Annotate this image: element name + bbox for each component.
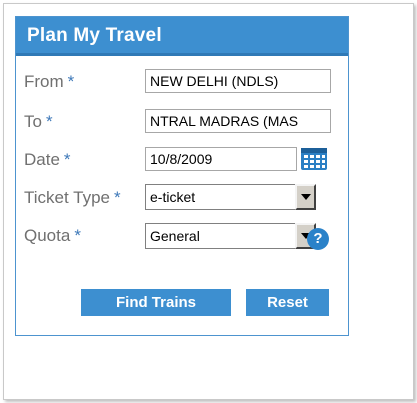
quota-label-text: Quota bbox=[24, 226, 71, 245]
required-mark: * bbox=[113, 188, 121, 207]
to-station-input[interactable]: NTRAL MADRAS (MAS bbox=[145, 109, 331, 133]
to-label-text: To bbox=[24, 112, 42, 131]
ticket-type-label-text: Ticket Type bbox=[24, 188, 110, 207]
ticket-type-dropdown-arrow[interactable] bbox=[295, 184, 316, 210]
from-label: From * bbox=[24, 72, 74, 92]
required-mark: * bbox=[74, 226, 81, 245]
quota-label: Quota * bbox=[24, 226, 81, 246]
quota-select[interactable]: General bbox=[145, 223, 295, 249]
ticket-type-select[interactable]: e-ticket bbox=[145, 184, 295, 210]
required-mark: * bbox=[67, 72, 75, 91]
date-label-text: Date bbox=[24, 150, 60, 169]
panel-header: Plan My Travel bbox=[16, 17, 348, 56]
date-label: Date * bbox=[24, 150, 71, 170]
required-mark: * bbox=[45, 112, 53, 131]
panel-title: Plan My Travel bbox=[27, 25, 162, 46]
plan-my-travel-panel: Plan My Travel From * NEW DELHI (NDLS) To… bbox=[15, 16, 349, 336]
reset-button[interactable]: Reset bbox=[246, 289, 329, 316]
help-icon[interactable]: ? bbox=[307, 228, 329, 250]
from-station-input[interactable]: NEW DELHI (NDLS) bbox=[145, 69, 331, 93]
ticket-type-label: Ticket Type * bbox=[24, 188, 121, 208]
required-mark: * bbox=[63, 150, 71, 169]
find-trains-button[interactable]: Find Trains bbox=[81, 289, 231, 316]
date-input[interactable]: 10/8/2009 bbox=[145, 147, 297, 171]
from-label-text: From bbox=[24, 72, 64, 91]
calendar-icon[interactable] bbox=[300, 147, 328, 171]
to-label: To * bbox=[24, 112, 53, 132]
